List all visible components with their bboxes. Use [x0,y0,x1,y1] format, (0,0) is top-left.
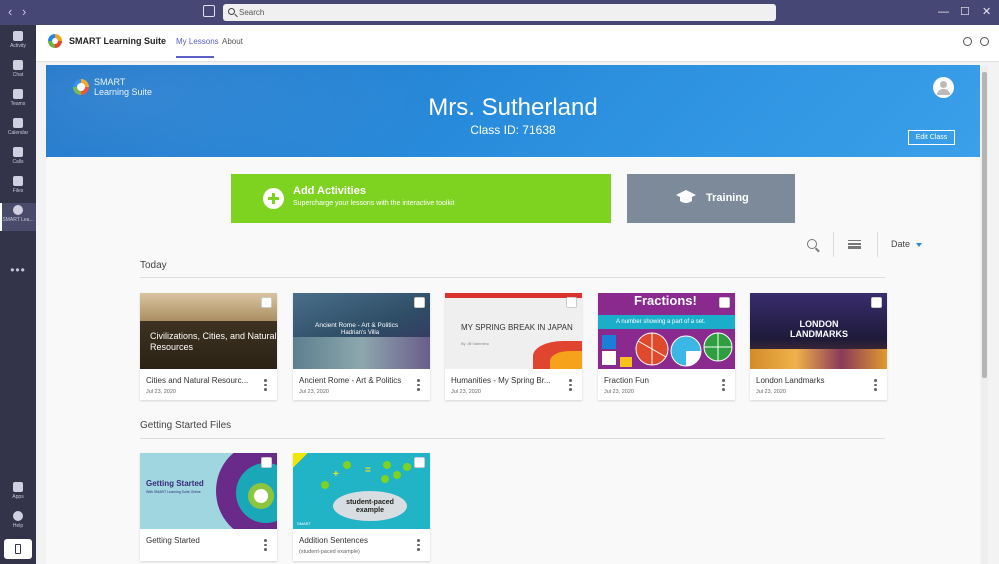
lesson-thumbnail: LONDON LANDMARKS [750,293,887,369]
globe-icon[interactable] [980,37,989,46]
rail-item-calls[interactable]: Calls [0,145,36,173]
phone-icon [13,147,23,157]
rail-item-files[interactable]: Files [0,174,36,202]
apps-icon [13,482,23,492]
scrollbar-thumb[interactable] [982,72,987,378]
brand-name: SMART Learning Suite [94,77,153,97]
lesson-thumbnail: Civilizations, Cities, and Natural Resou… [140,293,277,369]
mobile-icon [15,544,21,554]
select-checkbox[interactable] [414,297,425,308]
class-banner: SMART Learning Suite Mrs. Sutherland Clas… [46,65,980,157]
select-checkbox[interactable] [261,457,272,468]
rail-item-calendar[interactable]: Calendar [0,116,36,144]
tab-my-lessons[interactable]: My Lessons [176,37,219,46]
search-input[interactable]: Search [223,4,776,21]
rail-item-teams[interactable]: Teams [0,87,36,115]
toolbar-divider [833,232,834,257]
help-icon [13,511,23,521]
app-name: SMART Learning Suite [69,36,167,46]
section-divider [140,438,885,439]
smart-logo-icon [73,79,89,95]
more-options-icon[interactable] [417,379,420,391]
title-bar: ‹ › Search — ☐ ✕ [0,0,999,25]
compose-icon[interactable] [203,5,215,17]
back-arrow-icon[interactable]: ‹ [8,5,12,19]
more-options-icon[interactable] [569,379,572,391]
maximize-icon[interactable]: ☐ [960,5,970,19]
select-checkbox[interactable] [566,297,577,308]
rail-item-chat[interactable]: Chat [0,58,36,86]
plus-circle-icon [263,188,284,209]
section-title-today: Today [140,260,167,271]
tab-about[interactable]: About [222,37,243,46]
graduation-cap-icon [676,190,696,203]
section-divider [140,277,885,278]
list-view-icon[interactable] [848,240,861,249]
file-icon [13,176,23,186]
caret-down-icon [916,242,923,247]
teams-icon [13,89,23,99]
app-header: SMART Learning Suite My Lessons About [36,25,999,62]
fraction-pie-graphic [602,332,733,367]
edit-class-button[interactable]: Edit Class [908,130,955,145]
lesson-search-icon[interactable] [807,239,817,249]
more-options-icon[interactable] [722,379,725,391]
plants-graphic: + = [321,461,411,489]
select-checkbox[interactable] [261,297,272,308]
avatar[interactable] [933,77,954,98]
minimize-icon[interactable]: — [938,5,949,19]
forward-arrow-icon[interactable]: › [22,5,26,19]
teacher-name: Mrs. Sutherland [428,94,598,121]
lesson-card[interactable]: Getting Started With SMART Learning Suit… [140,453,277,561]
app-rail: Activity Chat Teams Calendar Calls Files… [0,25,36,564]
refresh-icon[interactable] [963,37,972,46]
mobile-device-button[interactable] [4,539,32,559]
more-options-icon[interactable] [417,539,420,551]
lesson-card[interactable]: MY SPRING BREAK IN JAPAN By Jill Valenti… [445,293,582,400]
lesson-thumbnail: MY SPRING BREAK IN JAPAN By Jill Valenti… [445,293,582,369]
lesson-thumbnail: Getting Started With SMART Learning Suit… [140,453,277,529]
more-options-icon[interactable] [264,379,267,391]
lesson-thumbnail: + = student-paced example SMART [293,453,430,529]
active-tab-indicator [176,56,214,58]
more-options-icon[interactable] [874,379,877,391]
rail-item-help[interactable]: Help [0,509,36,537]
lesson-card[interactable]: Fractions! A number showing a part of a … [598,293,735,400]
chat-icon [13,60,23,70]
select-checkbox[interactable] [719,297,730,308]
class-id: Class ID: 71638 [470,123,556,137]
lesson-card[interactable]: LONDON LANDMARKS London Landmarks Jul 23… [750,293,887,400]
search-icon [228,8,235,15]
lesson-thumbnail: Ancient Rome - Art & Politics Hadrian's … [293,293,430,369]
calendar-icon [13,118,23,128]
more-apps-icon[interactable]: ••• [0,263,36,277]
lesson-card[interactable]: Civilizations, Cities, and Natural Resou… [140,293,277,400]
smart-app-icon [13,205,23,215]
bell-icon [13,31,23,41]
select-checkbox[interactable] [414,457,425,468]
svg-text:=: = [365,465,371,476]
section-title-getting-started: Getting Started Files [140,420,232,431]
more-options-icon[interactable] [264,539,267,551]
smart-logo-icon [48,34,62,48]
select-checkbox[interactable] [871,297,882,308]
close-icon[interactable]: ✕ [982,5,991,19]
lesson-card[interactable]: + = student-paced example SMART Addition… [293,453,430,561]
rail-item-smart[interactable]: SMART Lea... [0,203,36,231]
scrollbar[interactable] [981,66,988,564]
lesson-thumbnail: Fractions! A number showing a part of a … [598,293,735,369]
rail-item-activity[interactable]: Activity [0,29,36,57]
training-button[interactable]: Training [627,174,795,223]
toolbar-divider [877,232,878,257]
sort-dropdown[interactable]: Date [891,239,923,249]
add-activities-button[interactable]: Add Activities Supercharge your lessons … [231,174,611,223]
svg-text:+: + [333,469,339,480]
lesson-card[interactable]: Ancient Rome - Art & Politics Hadrian's … [293,293,430,400]
rail-item-apps[interactable]: Apps [0,480,36,508]
